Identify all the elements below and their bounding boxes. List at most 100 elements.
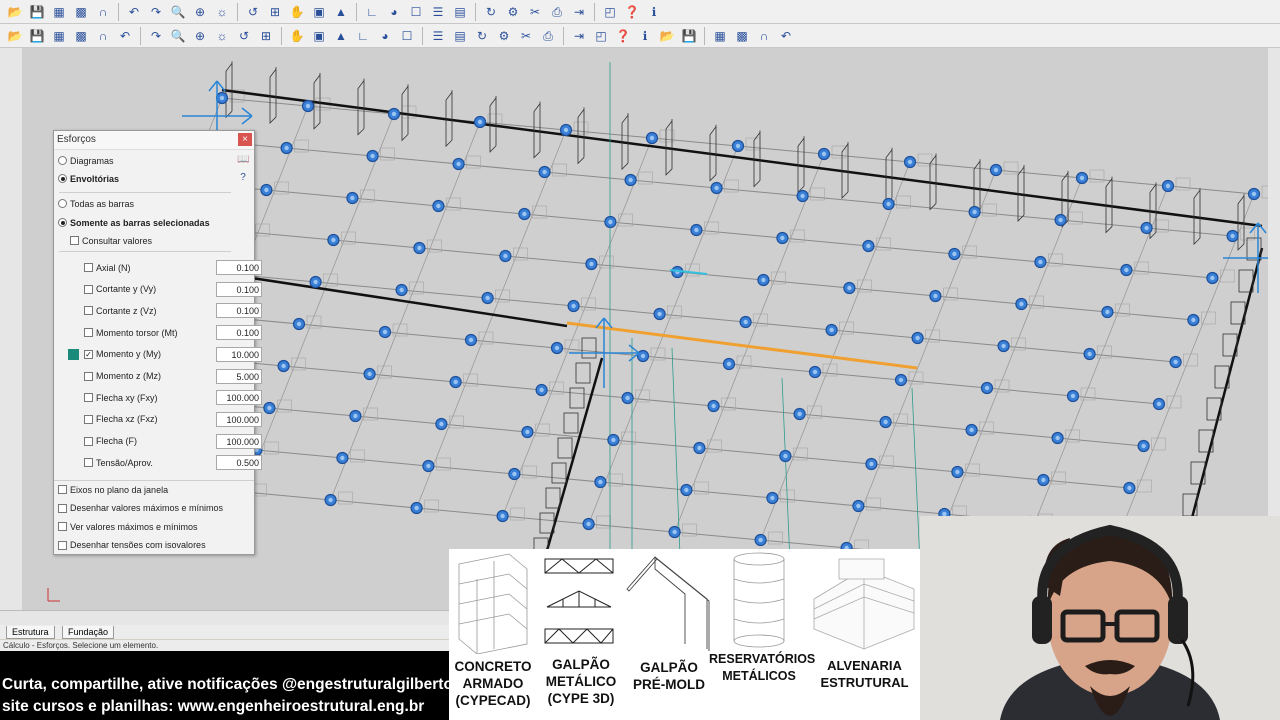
node-core[interactable] — [657, 311, 662, 317]
node-core[interactable] — [907, 159, 913, 165]
node-core[interactable] — [367, 371, 372, 377]
node-core[interactable] — [1141, 443, 1146, 449]
node-core[interactable] — [761, 277, 766, 283]
radio-todas-barras[interactable]: Todas as barras — [54, 195, 254, 212]
node-core[interactable] — [694, 227, 699, 233]
node-core[interactable] — [697, 445, 702, 451]
checkbox[interactable] — [58, 540, 67, 550]
effort-row[interactable]: Flecha (F) 100.000 — [54, 433, 284, 450]
section-icon[interactable]: ☐ — [399, 28, 415, 44]
node-core[interactable] — [571, 303, 576, 309]
preview-icon[interactable]: ◰ — [602, 4, 618, 20]
radio-icon[interactable] — [58, 199, 67, 208]
node-core[interactable] — [714, 185, 719, 191]
split-icon[interactable]: ↶ — [117, 28, 133, 44]
node-core[interactable] — [1038, 259, 1043, 265]
node-core[interactable] — [331, 237, 336, 243]
group-icon[interactable]: ▩ — [734, 28, 750, 44]
view-icon[interactable]: ◕ — [377, 28, 393, 44]
node-core[interactable] — [770, 495, 775, 501]
node-core[interactable] — [1127, 485, 1132, 491]
zoom-select-icon[interactable]: ▣ — [311, 4, 327, 20]
node-core[interactable] — [1001, 343, 1006, 349]
node-core[interactable] — [735, 143, 741, 149]
node-core[interactable] — [1251, 191, 1257, 197]
node-core[interactable] — [485, 295, 490, 301]
node-core[interactable] — [1079, 175, 1085, 181]
chart-icon[interactable]: ▤ — [452, 4, 468, 20]
node-core[interactable] — [672, 529, 677, 535]
node-core[interactable] — [350, 195, 355, 201]
effort-value-input[interactable]: 0.100 — [216, 325, 262, 341]
node-icon[interactable]: ⎙ — [540, 28, 556, 44]
node-core[interactable] — [640, 353, 646, 359]
node-core[interactable] — [436, 203, 441, 209]
grid-icon[interactable]: ⊕ — [192, 28, 208, 44]
node-core[interactable] — [468, 337, 474, 343]
node-core[interactable] — [955, 469, 960, 475]
effort-value-input[interactable]: 0.100 — [216, 281, 262, 297]
describe-icon[interactable]: ▦ — [51, 28, 67, 44]
new-bar-icon[interactable]: 📂 — [7, 28, 23, 44]
option-checkbox[interactable]: Ver valores máximos e mínimos — [54, 518, 254, 535]
zoom-previous-icon[interactable]: ↺ — [245, 4, 261, 20]
node-core[interactable] — [219, 95, 225, 101]
option-checkbox[interactable]: Desenhar tensões com isovalores — [54, 537, 254, 554]
help-icon[interactable]: ❓ — [624, 4, 640, 20]
join-icon[interactable]: ↷ — [148, 28, 164, 44]
effort-row[interactable]: Tensão/Aprov. 0.500 — [54, 454, 284, 471]
checkbox[interactable] — [84, 284, 93, 294]
node-core[interactable] — [1087, 351, 1092, 357]
line-icon[interactable]: ∟ — [355, 28, 371, 44]
effort-row[interactable]: Axial (N) 0.100 — [54, 259, 284, 276]
node-core[interactable] — [608, 219, 613, 225]
checkbox[interactable] — [70, 236, 79, 245]
radio-diagramas[interactable]: Diagramas — [54, 152, 254, 169]
print-icon[interactable]: ⎙ — [549, 4, 565, 20]
split-icon[interactable]: ◰ — [593, 28, 609, 44]
move-icon[interactable]: ∩ — [95, 28, 111, 44]
node-core[interactable] — [563, 127, 569, 133]
node-core[interactable] — [969, 427, 974, 433]
node-core[interactable] — [972, 209, 977, 215]
node-core[interactable] — [984, 385, 990, 391]
checkbox[interactable] — [84, 371, 93, 381]
calc-icon[interactable]: ☰ — [430, 28, 446, 44]
node-core[interactable] — [952, 251, 957, 257]
axes-icon[interactable]: ∟ — [364, 4, 380, 20]
info-icon[interactable]: ℹ — [646, 4, 662, 20]
node-core[interactable] — [1173, 359, 1178, 365]
effort-value-input[interactable]: 0.500 — [216, 455, 262, 471]
refresh-icon[interactable]: ↻ — [483, 4, 499, 20]
node-core[interactable] — [370, 153, 375, 159]
node-core[interactable] — [328, 497, 333, 503]
node-core[interactable] — [711, 403, 716, 409]
list-icon[interactable]: ☰ — [430, 4, 446, 20]
checkbox[interactable] — [84, 436, 93, 446]
node-core[interactable] — [296, 321, 302, 327]
effort-value-input[interactable]: 10.000 — [216, 346, 262, 362]
effort-row[interactable]: Flecha xy (Fxy) 100.000 — [54, 389, 284, 406]
checkbox[interactable] — [84, 393, 93, 403]
node-core[interactable] — [453, 379, 458, 385]
node-core[interactable] — [500, 513, 505, 519]
zoom-window-icon[interactable]: 🔍 — [170, 4, 186, 20]
consult-values-checkbox[interactable]: Consultar valores — [54, 232, 270, 249]
effort-row[interactable]: Flecha xz (Fxz) 100.000 — [54, 411, 284, 428]
cut-icon[interactable]: ✂ — [527, 4, 543, 20]
screen-icon[interactable]: ▩ — [73, 4, 89, 20]
node-core[interactable] — [305, 103, 311, 109]
node-core[interactable] — [847, 285, 852, 291]
node-core[interactable] — [391, 111, 397, 117]
node-core[interactable] — [821, 151, 827, 157]
node-core[interactable] — [1165, 183, 1171, 189]
checkbox[interactable] — [84, 263, 93, 272]
node-core[interactable] — [589, 261, 594, 267]
zoom-realtime-icon[interactable]: ⊕ — [192, 4, 208, 20]
node-core[interactable] — [417, 245, 422, 251]
node-core[interactable] — [898, 377, 904, 383]
node-core[interactable] — [382, 329, 388, 335]
node-core[interactable] — [1105, 309, 1110, 315]
load-icon[interactable]: ∩ — [756, 28, 772, 44]
effort-row[interactable]: Momento z (Mz) 5.000 — [54, 368, 284, 385]
